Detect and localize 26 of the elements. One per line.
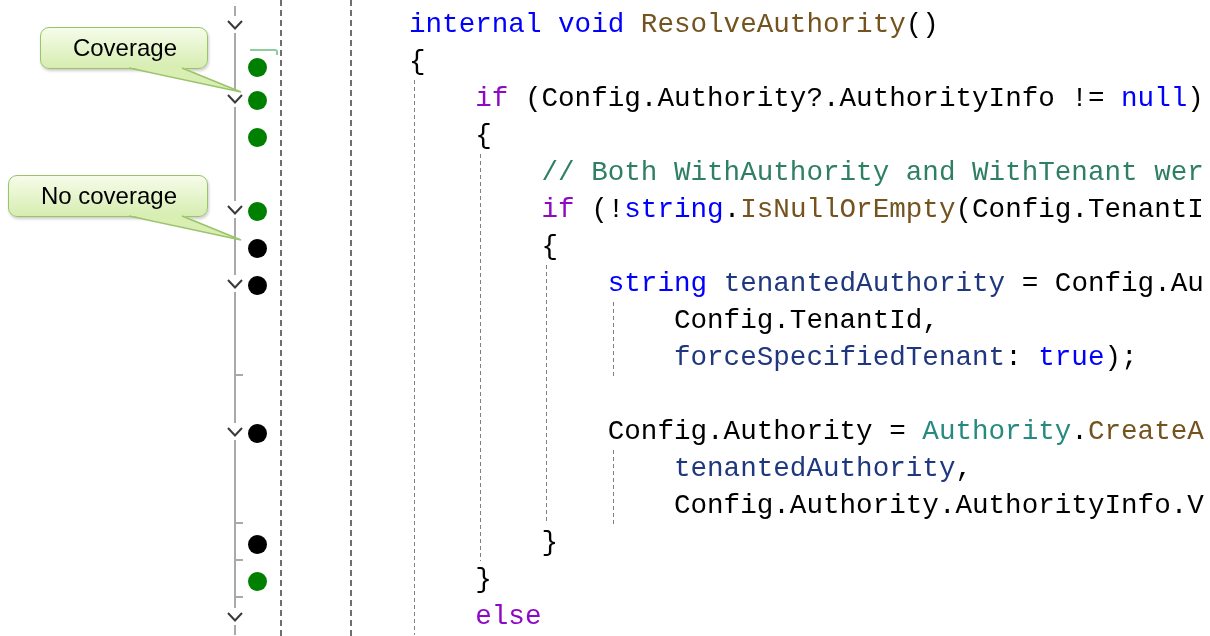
code-line: internal void ResolveAuthority()	[409, 7, 939, 42]
code-line: Config.Authority.AuthorityInfo.V	[673, 489, 1204, 524]
code-line: if (Config.Authority?.AuthorityInfo != null)	[475, 81, 1204, 116]
callout: Coverage	[39, 27, 208, 70]
code-line: {	[541, 229, 559, 264]
callout-pointer-icon	[128, 215, 243, 242]
code-line: Config.TenantId,	[673, 303, 939, 338]
code-line: Config.Authority = Authority.CreateA	[607, 415, 1204, 449]
chevron-down-icon[interactable]	[227, 204, 243, 215]
code-line: else	[475, 600, 542, 635]
code-line: // Both WithAuthority and WithTenant wer	[541, 155, 1204, 190]
callout-pointer-icon	[128, 67, 243, 94]
code-line: }	[475, 563, 492, 598]
code-line: {	[409, 44, 426, 79]
chevron-down-icon[interactable]	[227, 612, 243, 623]
callout: No coverage	[7, 175, 208, 218]
chevron-down-icon[interactable]	[227, 427, 243, 438]
code-line: string tenantedAuthority = Config.Au	[607, 266, 1204, 301]
code-line: }	[541, 526, 559, 561]
code-line: if (!string.IsNullOrEmpty(Config.TenantI	[541, 192, 1204, 227]
chevron-down-icon[interactable]	[227, 19, 243, 30]
code-line: tenantedAuthority,	[673, 452, 972, 487]
code-line: forceSpecifiedTenant: true);	[673, 340, 1138, 375]
chevron-down-icon[interactable]	[227, 278, 243, 289]
code-line: {	[475, 118, 492, 153]
chevron-down-icon[interactable]	[227, 93, 243, 104]
